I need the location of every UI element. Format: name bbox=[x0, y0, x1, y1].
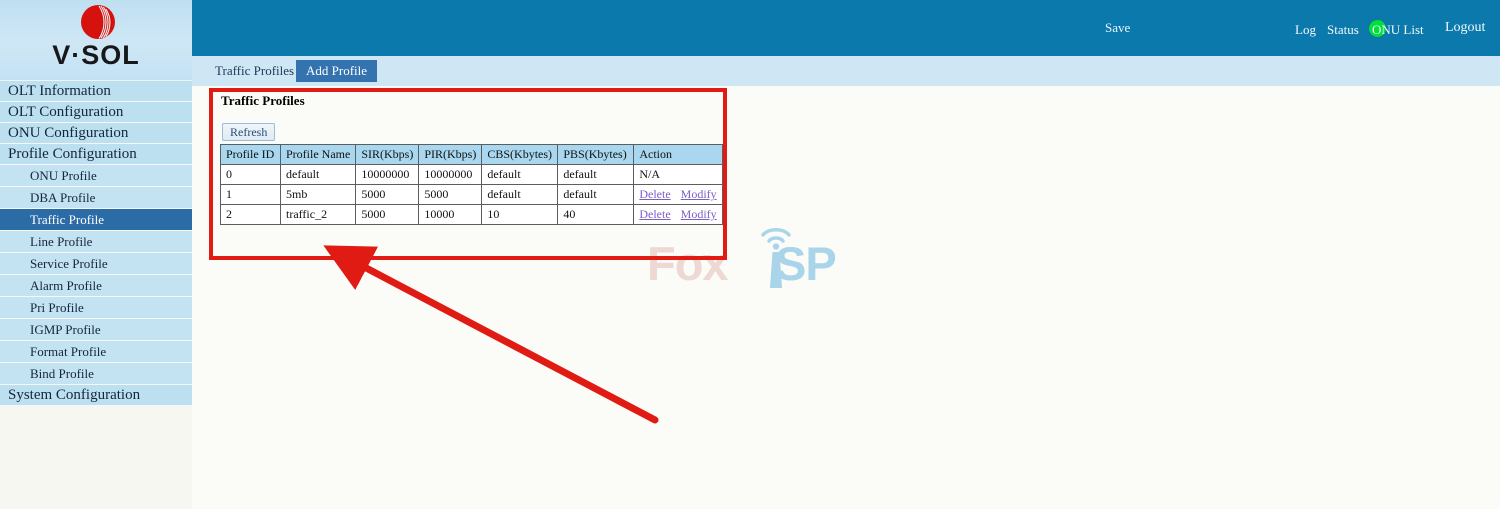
tab-add-profile[interactable]: Add Profile bbox=[296, 60, 378, 82]
table-cell: 5000 bbox=[355, 204, 420, 225]
table-cell-action: Delete Modify bbox=[633, 204, 723, 225]
sidebar-item-service-profile[interactable]: Service Profile bbox=[0, 253, 192, 275]
table-cell: 10000000 bbox=[418, 164, 483, 185]
table-cell: default bbox=[557, 164, 635, 185]
table-cell: 40 bbox=[557, 204, 635, 225]
topbar-link-onu-list[interactable]: ONU List bbox=[1372, 22, 1424, 38]
table-column-header: SIR(Kbps) bbox=[355, 144, 420, 165]
table-column-header: PBS(Kbytes) bbox=[557, 144, 635, 165]
action-link-modify[interactable]: Modify bbox=[681, 207, 717, 221]
table-body: 0 default 10000000 10000000 default default N/… bbox=[220, 164, 723, 225]
sidebar-item-onu-configuration[interactable]: ONU Configuration bbox=[0, 123, 192, 144]
topbar: Save Log Status ONU List Logout bbox=[192, 0, 1500, 56]
table-row: 2 traffic_2 5000 10000 10 40 Delete Modify bbox=[220, 204, 723, 225]
sidebar-item-bind-profile[interactable]: Bind Profile bbox=[0, 363, 192, 385]
sidebar-item-traffic-profile[interactable]: Traffic Profile bbox=[0, 209, 192, 231]
table-row: 1 5mb 5000 5000 default default Delete Modify bbox=[220, 184, 723, 205]
table-column-header: Profile Name bbox=[279, 144, 357, 165]
action-link-modify[interactable]: Modify bbox=[681, 187, 717, 201]
sidebar-item-onu-profile[interactable]: ONU Profile bbox=[0, 165, 192, 187]
sidebar-nav: OLT Information OLT Configuration ONU Conf… bbox=[0, 81, 192, 406]
action-link-delete[interactable]: Delete bbox=[639, 187, 670, 201]
panel-title: Traffic Profiles bbox=[221, 93, 305, 108]
table-cell: 1 bbox=[220, 184, 281, 205]
sidebar-item-pri-profile[interactable]: Pri Profile bbox=[0, 297, 192, 319]
tab-strip: Traffic Profiles Add Profile bbox=[192, 56, 1500, 86]
sidebar-item-olt-information[interactable]: OLT Information bbox=[0, 81, 192, 102]
sidebar-item-igmp-profile[interactable]: IGMP Profile bbox=[0, 319, 192, 341]
sidebar-item-format-profile[interactable]: Format Profile bbox=[0, 341, 192, 363]
table-cell: default bbox=[279, 164, 357, 185]
tab-traffic-profiles[interactable]: Traffic Profiles bbox=[205, 60, 304, 82]
table-cell: traffic_2 bbox=[279, 204, 357, 225]
sidebar-item-system-configuration[interactable]: System Configuration bbox=[0, 385, 192, 406]
sidebar-item-profile-configuration[interactable]: Profile Configuration bbox=[0, 144, 192, 165]
table-cell: 5mb bbox=[279, 184, 357, 205]
table-cell: 0 bbox=[220, 164, 281, 185]
sidebar-item-olt-configuration[interactable]: OLT Configuration bbox=[0, 102, 192, 123]
table-cell: 2 bbox=[220, 204, 281, 225]
table-row: 0 default 10000000 10000000 default default N/… bbox=[220, 164, 723, 185]
table-cell: 10000000 bbox=[355, 164, 420, 185]
table-column-header: CBS(Kbytes) bbox=[481, 144, 559, 165]
topbar-link-logout[interactable]: Logout bbox=[1445, 20, 1485, 36]
table-cell-action: Delete Modify bbox=[633, 184, 723, 205]
table-header-row: Profile ID Profile Name SIR(Kbps) PIR(Kbps)… bbox=[220, 144, 723, 165]
app-root: V·SOL OLT Information OLT Configuration ON… bbox=[0, 0, 1500, 509]
table-column-header: PIR(Kbps) bbox=[418, 144, 483, 165]
table-cell: default bbox=[481, 164, 559, 185]
table-cell: 5000 bbox=[418, 184, 483, 205]
vsol-logo-icon bbox=[79, 3, 117, 41]
sidebar-item-dba-profile[interactable]: DBA Profile bbox=[0, 187, 192, 209]
table-cell: 10 bbox=[481, 204, 559, 225]
brand-logo-box: V·SOL bbox=[0, 0, 192, 81]
table-cell: default bbox=[481, 184, 559, 205]
table-cell: default bbox=[557, 184, 635, 205]
save-button[interactable]: Save bbox=[1105, 20, 1130, 36]
sidebar-item-alarm-profile[interactable]: Alarm Profile bbox=[0, 275, 192, 297]
table-column-header: Profile ID bbox=[220, 144, 281, 165]
table-head: Profile ID Profile Name SIR(Kbps) PIR(Kbps)… bbox=[220, 144, 723, 165]
topbar-link-log[interactable]: Log bbox=[1295, 22, 1316, 38]
table-cell: 10000 bbox=[418, 204, 483, 225]
table-column-header: Action bbox=[633, 144, 723, 165]
sidebar-item-line-profile[interactable]: Line Profile bbox=[0, 231, 192, 253]
sidebar: V·SOL OLT Information OLT Configuration ON… bbox=[0, 0, 192, 509]
brand-name: V·SOL bbox=[52, 40, 140, 70]
action-link-delete[interactable]: Delete bbox=[639, 207, 670, 221]
refresh-button[interactable]: Refresh bbox=[222, 123, 276, 141]
table-cell: 5000 bbox=[355, 184, 420, 205]
table-cell-action: N/A bbox=[633, 164, 723, 185]
topbar-link-status[interactable]: Status bbox=[1327, 22, 1359, 38]
traffic-profiles-table: Profile ID Profile Name SIR(Kbps) PIR(Kbps)… bbox=[220, 144, 723, 225]
